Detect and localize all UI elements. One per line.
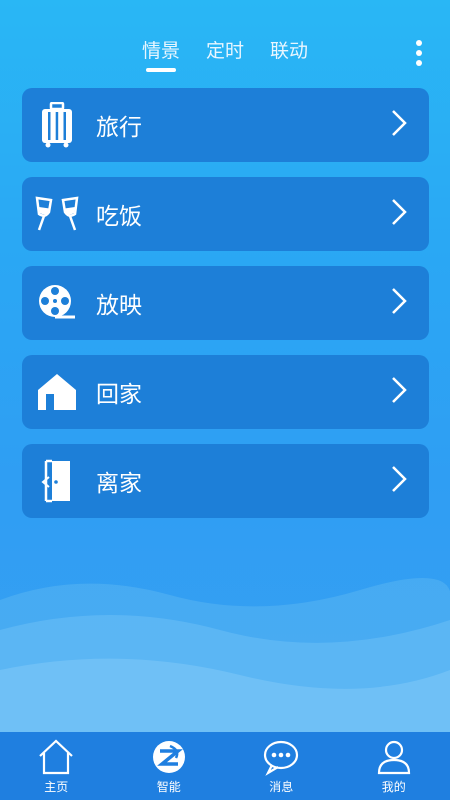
tab-linkage[interactable]: 联动 xyxy=(268,38,310,72)
scene-label: 旅行 xyxy=(96,115,142,141)
nav-label: 智能 xyxy=(156,780,181,794)
scene-card-leave-home[interactable]: 离家 xyxy=(22,444,429,518)
nav-smart[interactable]: 智能 xyxy=(129,732,209,795)
user-icon xyxy=(377,740,410,775)
tab-timer[interactable]: 定时 xyxy=(204,38,246,72)
message-icon xyxy=(264,740,299,776)
scene-card-home[interactable]: 回家 xyxy=(22,355,429,429)
more-options-icon[interactable] xyxy=(414,38,424,68)
scene-label: 离家 xyxy=(96,471,142,497)
chevron-right-icon xyxy=(391,198,407,230)
chevron-right-icon xyxy=(391,465,407,497)
scene-card-screening[interactable]: 放映 xyxy=(22,266,429,340)
nav-label: 主页 xyxy=(44,780,69,794)
wave-background xyxy=(0,578,450,740)
scene-card-travel[interactable]: 旅行 xyxy=(22,88,429,162)
luggage-icon xyxy=(22,88,92,162)
nav-label: 消息 xyxy=(269,780,294,794)
wine-glasses-icon xyxy=(22,177,92,251)
scene-label: 放映 xyxy=(96,293,142,319)
home-icon xyxy=(39,739,74,775)
nav-home[interactable]: 主页 xyxy=(16,732,96,795)
scene-list: 旅行 吃饭 放映 回家 离家 xyxy=(22,88,429,533)
chevron-right-icon xyxy=(391,287,407,319)
nav-messages[interactable]: 消息 xyxy=(241,732,321,795)
scene-card-dining[interactable]: 吃饭 xyxy=(22,177,429,251)
chevron-right-icon xyxy=(391,109,407,141)
smart-icon xyxy=(152,741,185,773)
scene-label: 吃饭 xyxy=(96,204,142,230)
house-icon xyxy=(22,355,92,429)
door-exit-icon xyxy=(22,444,92,518)
scene-label: 回家 xyxy=(96,382,142,408)
bottom-nav: 主页 智能 消息 我的 xyxy=(0,732,450,800)
film-reel-icon xyxy=(22,266,92,340)
nav-profile[interactable]: 我的 xyxy=(354,732,434,795)
chevron-right-icon xyxy=(391,376,407,408)
top-tabs: 情景 定时 联动 xyxy=(0,38,450,78)
tab-scene[interactable]: 情景 xyxy=(140,38,182,72)
nav-label: 我的 xyxy=(381,780,406,794)
